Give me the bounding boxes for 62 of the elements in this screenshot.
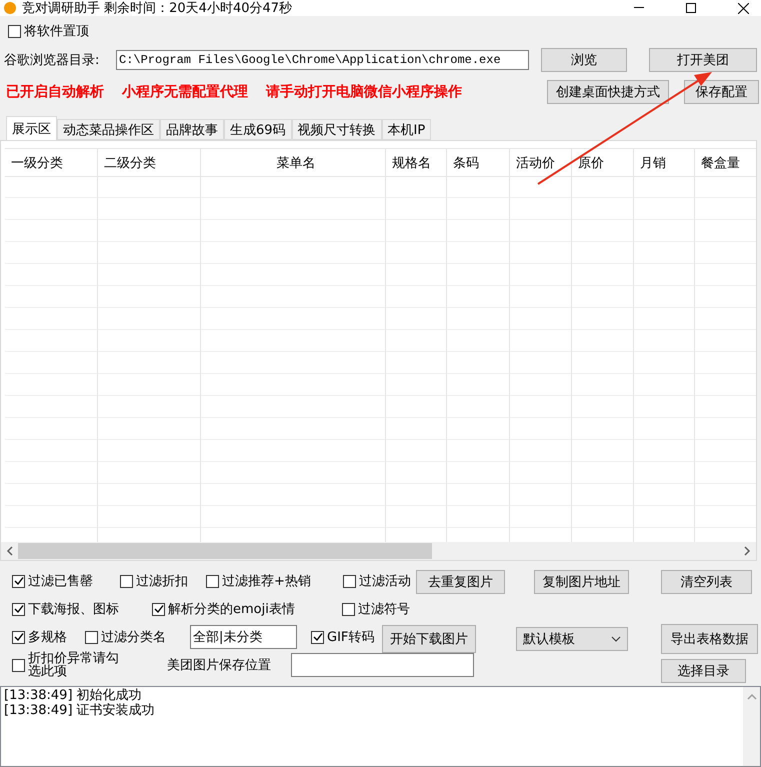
checkbox-label: 解析分类的emoji表情 bbox=[168, 601, 295, 618]
scroll-left-icon[interactable] bbox=[6, 546, 14, 556]
browse-button[interactable]: 浏览 bbox=[541, 48, 627, 72]
browser-path-field[interactable]: C:\Program Files\Google\Chrome\Application\chrome.exe bbox=[116, 50, 529, 70]
choose-folder-button[interactable]: 选择目录 bbox=[661, 659, 746, 683]
checkbox[interactable] bbox=[206, 574, 219, 588]
scrollbar-thumb[interactable] bbox=[18, 543, 432, 559]
chevron-down-icon bbox=[611, 636, 621, 642]
checkbox[interactable] bbox=[12, 602, 25, 616]
image-action-button[interactable]: 复制图片地址 bbox=[534, 570, 629, 594]
notice-text: 已开启自动解析 bbox=[6, 83, 104, 101]
checkbox[interactable] bbox=[120, 574, 133, 588]
template-select[interactable]: 默认模板 bbox=[516, 627, 628, 651]
checkbox-label: 多规格 bbox=[28, 629, 67, 646]
checkbox-label: GIF转码 bbox=[327, 629, 374, 646]
save-path-label: 美团图片保存位置 bbox=[167, 657, 272, 674]
checkbox[interactable] bbox=[152, 602, 165, 616]
image-action-button[interactable]: 去重复图片 bbox=[416, 570, 505, 594]
checkbox[interactable] bbox=[12, 574, 25, 588]
notice-text: 小程序无需配置代理 bbox=[122, 83, 248, 101]
checkbox[interactable] bbox=[12, 658, 25, 672]
vertical-scrollbar[interactable] bbox=[743, 687, 760, 766]
shortcut-button[interactable]: 创建桌面快捷方式 bbox=[547, 80, 669, 104]
notice-text: 请手动打开电脑微信小程序操作 bbox=[266, 83, 462, 101]
save-path-field[interactable] bbox=[291, 653, 474, 677]
checkbox-label: 将软件置顶 bbox=[24, 23, 89, 40]
download-images-button[interactable]: 开始下载图片 bbox=[382, 625, 476, 653]
checkbox-label: 过滤已售罄 bbox=[28, 573, 93, 590]
tab[interactable]: 品牌故事 bbox=[160, 119, 224, 140]
tab[interactable]: 生成69码 bbox=[224, 119, 292, 140]
window-title: 竞对调研助手 剩余时间：20天4小时40分47秒 bbox=[22, 0, 294, 17]
maximize-icon[interactable] bbox=[686, 3, 696, 13]
checkbox[interactable] bbox=[85, 630, 98, 644]
checkbox[interactable] bbox=[311, 630, 324, 644]
close-icon[interactable] bbox=[738, 2, 749, 14]
checkbox-label: 过滤符号 bbox=[358, 601, 410, 618]
log-line: [13:38:49] 初始化成功 bbox=[4, 688, 143, 703]
tab[interactable]: 本机IP bbox=[382, 119, 432, 140]
checkbox-label: 过滤活动 bbox=[359, 573, 411, 590]
checkbox[interactable] bbox=[343, 574, 356, 588]
checkbox-label: 下载海报、图标 bbox=[28, 601, 119, 618]
browser-path-label: 谷歌浏览器目录: bbox=[4, 52, 100, 69]
checkbox[interactable] bbox=[8, 24, 21, 38]
minimize-icon[interactable] bbox=[634, 7, 644, 9]
tab[interactable]: 视频尺寸转换 bbox=[292, 119, 382, 140]
export-button[interactable]: 导出表格数据 bbox=[661, 624, 758, 654]
category-filter-field[interactable]: 全部|未分类 bbox=[190, 625, 297, 649]
image-action-button[interactable]: 清空列表 bbox=[661, 570, 752, 594]
checkbox-label: 过滤折扣 bbox=[136, 573, 188, 590]
tab[interactable]: 展示区 bbox=[6, 116, 57, 140]
horizontal-scrollbar[interactable] bbox=[1, 542, 756, 560]
app-icon bbox=[4, 2, 16, 14]
scroll-right-icon[interactable] bbox=[743, 546, 751, 556]
log-line: [13:38:49] 证书安装成功 bbox=[4, 703, 156, 718]
checkbox[interactable] bbox=[342, 602, 355, 616]
checkbox-label: 折扣价异常请勾选此项 bbox=[28, 652, 120, 678]
checkbox-label: 过滤推荐+热销 bbox=[222, 573, 311, 590]
tab[interactable]: 动态菜品操作区 bbox=[57, 119, 160, 140]
checkbox[interactable] bbox=[12, 630, 25, 644]
save-config-button[interactable]: 保存配置 bbox=[684, 80, 759, 104]
open-button[interactable]: 打开美团 bbox=[649, 48, 757, 72]
checkbox-label: 过滤分类名 bbox=[101, 629, 166, 646]
